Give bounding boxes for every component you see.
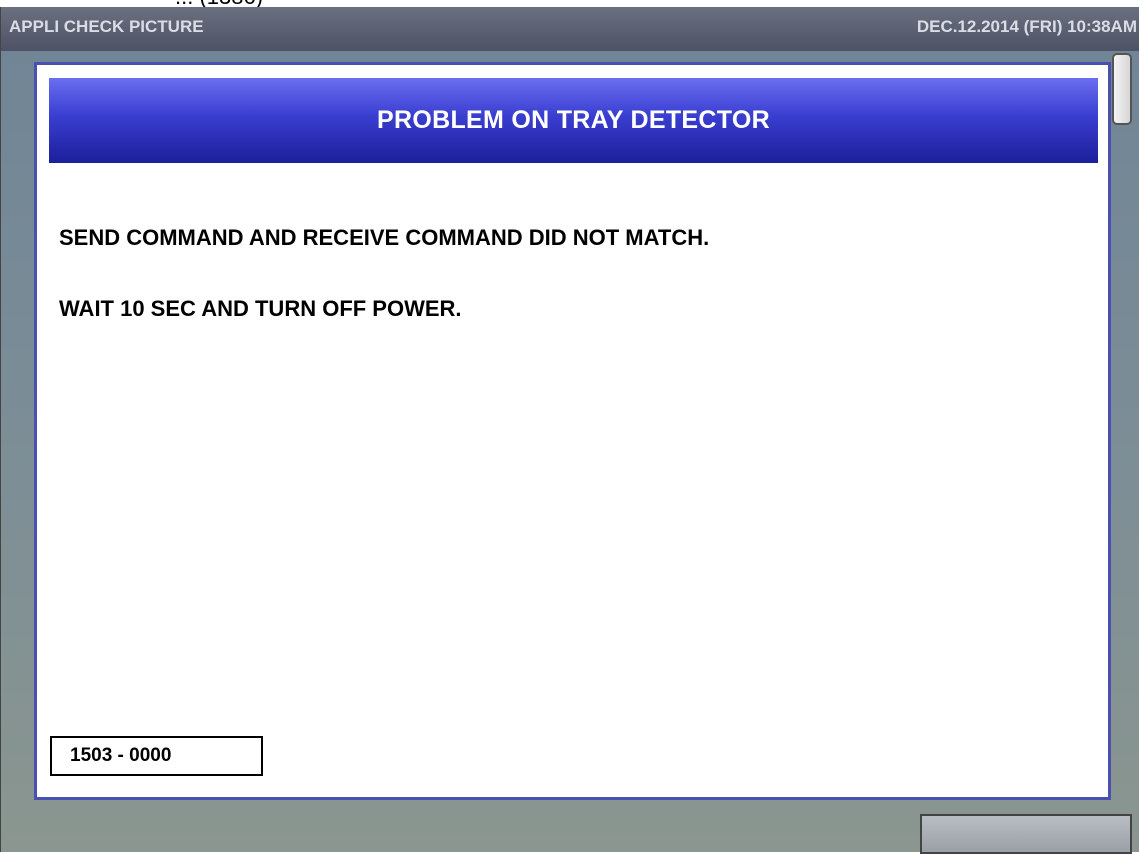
screen: APPLI CHECK PICTURE DEC.12.2014 (FRI) 10…: [0, 7, 1139, 852]
corner-button[interactable]: [920, 814, 1132, 854]
dialog-header: PROBLEM ON TRAY DETECTOR: [49, 78, 1098, 163]
screen-title: APPLI CHECK PICTURE: [9, 17, 204, 36]
error-code-box: 1503 - 0000: [50, 736, 263, 776]
error-message-line-2: WAIT 10 SEC AND TURN OFF POWER.: [59, 296, 462, 321]
dialog-title: PROBLEM ON TRAY DETECTOR: [377, 106, 770, 134]
title-bar: APPLI CHECK PICTURE DEC.12.2014 (FRI) 10…: [1, 7, 1139, 51]
error-message-line-1: SEND COMMAND AND RECEIVE COMMAND DID NOT…: [59, 225, 710, 250]
datetime-display: DEC.12.2014 (FRI) 10:38AM: [916, 17, 1137, 36]
error-dialog: PROBLEM ON TRAY DETECTOR SEND COMMAND AN…: [34, 62, 1111, 800]
scrollbar-thumb[interactable]: [1112, 53, 1132, 125]
top-strip: ... (1386): [0, 0, 1139, 9]
